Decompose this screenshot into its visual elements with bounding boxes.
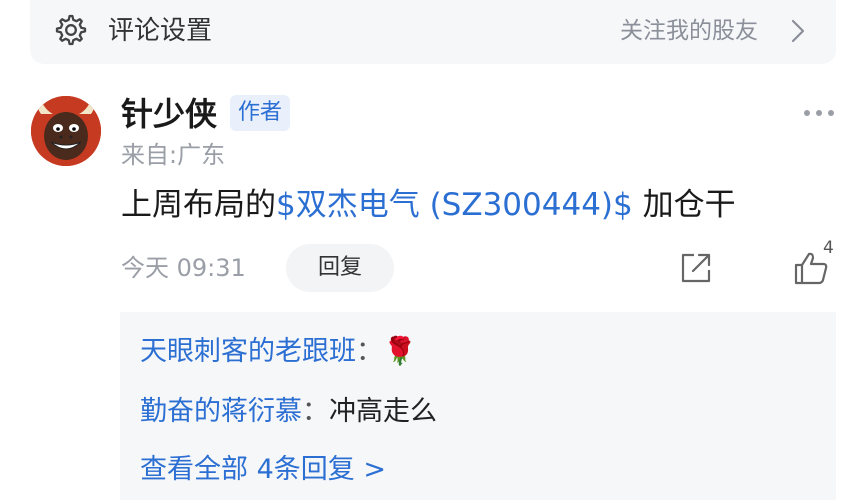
comment-text-after: 加仓干 — [632, 187, 736, 223]
reply-text: 🌹 — [383, 336, 417, 367]
replies-panel: 天眼刺客的老跟班：🌹 勤奋的蒋衍慕：冲高走么 查看全部 4条回复 > — [120, 312, 836, 500]
share-icon[interactable] — [679, 251, 713, 285]
comment-text-before: 上周布局的 — [121, 187, 276, 223]
reply-separator: ： — [302, 396, 329, 427]
more-options-icon[interactable] — [800, 106, 838, 120]
reply-separator: ： — [356, 336, 383, 367]
reply-text: 冲高走么 — [329, 396, 437, 427]
reply-item[interactable]: 天眼刺客的老跟班：🌹 — [140, 332, 417, 372]
reply-button[interactable]: 回复 — [286, 244, 394, 292]
comment-text: 上周布局的$双杰电气 (SZ300444)$ 加仓干 — [121, 184, 736, 226]
reply-item[interactable]: 勤奋的蒋衍慕：冲高走么 — [140, 392, 437, 432]
follow-my-friends-link[interactable]: 关注我的股友 — [620, 14, 758, 48]
comment-settings-bar[interactable]: 评论设置 关注我的股友 — [30, 0, 836, 64]
author-badge: 作者 — [230, 95, 291, 131]
chevron-right-icon — [791, 19, 805, 43]
view-all-replies-link[interactable]: 查看全部 4条回复 > — [140, 450, 386, 490]
comment-location: 来自:广东 — [121, 141, 226, 169]
reply-author[interactable]: 天眼刺客的老跟班 — [140, 336, 356, 367]
comment-timestamp: 今天 09:31 — [121, 254, 246, 282]
comment-settings-title: 评论设置 — [108, 16, 213, 46]
avatar[interactable] — [31, 96, 101, 166]
stock-tag-link[interactable]: $双杰电气 (SZ300444)$ — [276, 187, 633, 223]
reply-author[interactable]: 勤奋的蒋衍慕 — [140, 396, 302, 427]
like-count: 4 — [823, 238, 834, 258]
bull-avatar-icon — [31, 96, 101, 166]
comment-username[interactable]: 针少侠 — [121, 93, 217, 135]
gear-icon — [55, 14, 87, 46]
